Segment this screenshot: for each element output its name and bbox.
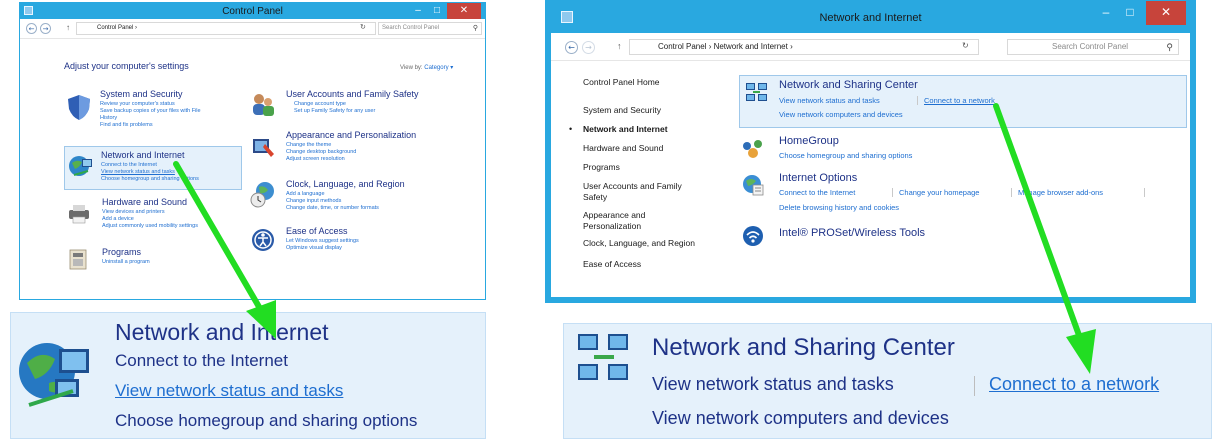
arrow-left: [173, 161, 276, 339]
annotation-arrows: [173, 103, 1096, 374]
arrow-right: [993, 103, 1096, 374]
